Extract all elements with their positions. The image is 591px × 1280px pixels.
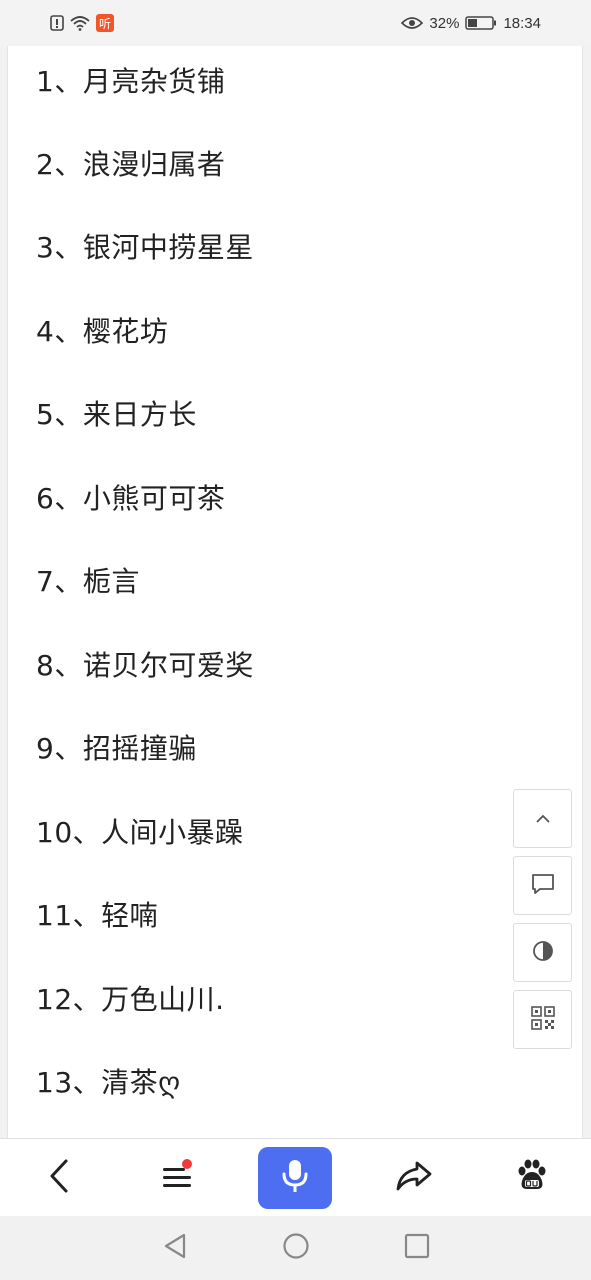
- list-item: 2、浪漫归属者: [36, 148, 226, 181]
- status-right: 32% 18:34: [401, 15, 591, 32]
- list-item: 6、小熊可可茶: [36, 482, 226, 515]
- list-item: 4、樱花坊: [36, 315, 169, 348]
- list-item: 5、来日方长: [36, 398, 197, 431]
- comment-button[interactable]: [513, 856, 572, 915]
- alert-icon: [50, 15, 64, 31]
- list-item: 9、招摇撞骗: [36, 732, 197, 765]
- nav-back-icon[interactable]: [162, 1232, 188, 1264]
- clock: 18:34: [503, 14, 541, 32]
- back-arrow-icon: [49, 1159, 69, 1197]
- baidu-paw-icon: [515, 1159, 549, 1197]
- battery-icon: [465, 15, 497, 31]
- nav-home-icon[interactable]: [282, 1232, 310, 1264]
- battery-percent: 32%: [429, 14, 460, 32]
- nav-recents-icon[interactable]: [404, 1233, 430, 1263]
- article-content[interactable]: 1、月亮杂货铺 2、浪漫归属者 3、银河中捞星星 4、樱花坊 5、来日方长 6、…: [8, 46, 582, 1138]
- comment-icon: [530, 872, 556, 900]
- dark-mode-button[interactable]: [513, 923, 572, 982]
- back-button[interactable]: [22, 1147, 96, 1209]
- list-item: 3、银河中捞星星: [36, 231, 254, 264]
- qr-code-button[interactable]: [513, 990, 572, 1049]
- share-button[interactable]: [377, 1147, 451, 1209]
- floating-tools: [513, 789, 572, 1049]
- list-item: 8、诺贝尔可爱奖: [36, 649, 254, 682]
- eye-icon: [401, 16, 424, 30]
- list-item: 1、月亮杂货铺: [36, 65, 226, 98]
- list-item: 10、人间小暴躁: [36, 816, 244, 849]
- status-bar: 听 32% 18:34: [0, 0, 591, 46]
- baidu-home-button[interactable]: [495, 1147, 569, 1209]
- list-item: 12、万色山川.: [36, 983, 225, 1016]
- listen-app-icon: 听: [96, 14, 114, 32]
- status-left: 听: [0, 14, 114, 32]
- scroll-top-button[interactable]: [513, 789, 572, 848]
- list-item: 13、清茶ღ: [36, 1066, 181, 1099]
- chevron-up-icon: [535, 809, 551, 828]
- menu-button[interactable]: [140, 1147, 214, 1209]
- share-icon: [395, 1160, 433, 1196]
- microphone-icon: [281, 1158, 309, 1198]
- wifi-icon: [70, 15, 90, 31]
- contrast-icon: [531, 939, 555, 967]
- list-item: 7、栀言: [36, 565, 140, 598]
- list-item: 11、轻喃: [36, 899, 159, 932]
- voice-search-button[interactable]: [258, 1147, 333, 1209]
- system-nav-bar: [0, 1216, 591, 1280]
- bottom-toolbar: [0, 1138, 591, 1217]
- qr-code-icon: [530, 1005, 556, 1035]
